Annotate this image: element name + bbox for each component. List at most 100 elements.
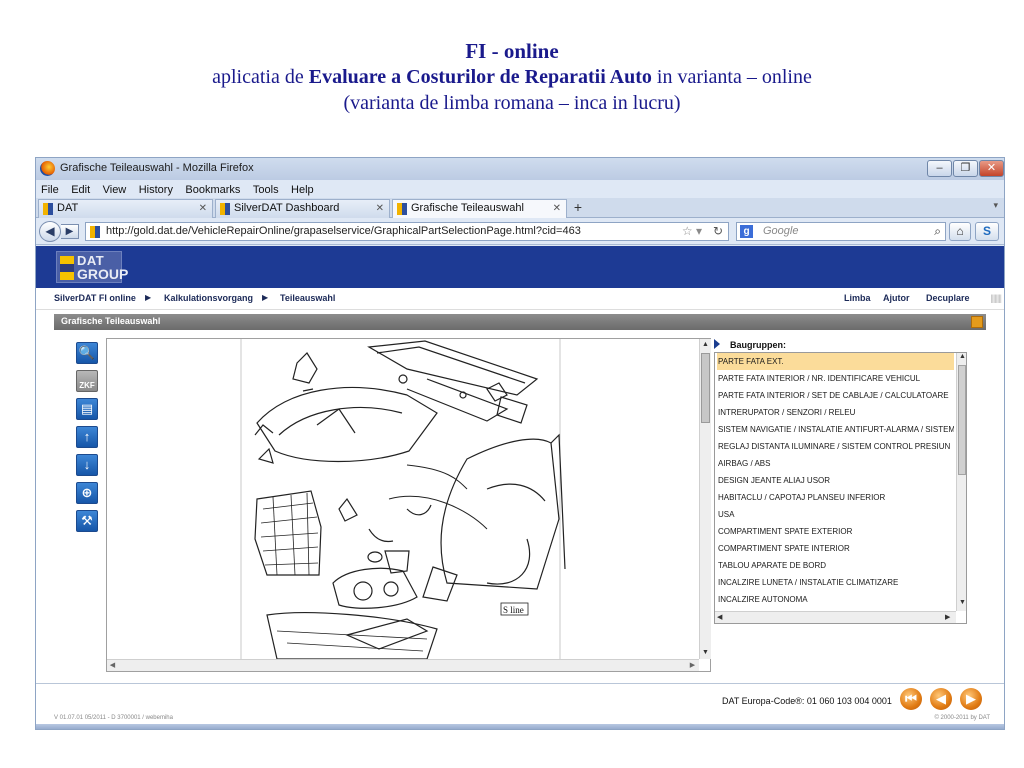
toolbox-icon[interactable]: ▤	[76, 398, 98, 420]
zkf-icon[interactable]: ZKF	[76, 370, 98, 392]
link-decuplare[interactable]: Decuplare	[926, 293, 970, 303]
star-icon[interactable]: ☆ ▾	[682, 224, 702, 238]
minimize-button[interactable]: –	[927, 160, 952, 177]
breadcrumb-teileauswahl[interactable]: Teileauswahl	[280, 293, 335, 303]
baugruppen-item[interactable]: TABLOU APARATE DE BORD	[717, 557, 954, 574]
baugruppen-item[interactable]: INCALZIRE LUNETA / INSTALATIE CLIMATIZAR…	[717, 574, 954, 591]
addon-icon[interactable]: S	[975, 222, 999, 241]
subtitle-bold: Evaluare a Costurilor de Reparatii Auto	[308, 66, 652, 88]
baugruppen-item[interactable]: PARTE FATA INTERIOR / NR. IDENTIFICARE V…	[717, 370, 954, 387]
home-icon[interactable]: ⌂	[949, 222, 971, 241]
tab-silverdat-dashboard[interactable]: SilverDAT Dashboard ✕	[215, 199, 390, 218]
list-horizontal-scrollbar[interactable]: ◀ ▶	[715, 611, 956, 623]
tab-grafische-teileauswahl[interactable]: Grafische Teileauswahl ✕	[392, 199, 567, 218]
next-page-icon[interactable]: ▶	[960, 688, 982, 710]
baugruppen-item[interactable]: PARTE FATA INTERIOR / SET DE CABLAJE / C…	[717, 387, 954, 404]
scroll-left-icon[interactable]: ◀	[107, 660, 118, 671]
baugruppen-item[interactable]: DESIGN JEANTE ALIAJ USOR	[717, 472, 954, 489]
dat-favicon	[90, 226, 100, 238]
scroll-thumb[interactable]	[958, 365, 966, 475]
menu-help[interactable]: Help	[291, 181, 314, 199]
magnifier-icon[interactable]: ⌕	[934, 224, 941, 239]
menu-history[interactable]: History	[139, 181, 173, 199]
baugruppen-item[interactable]: USA	[717, 506, 954, 523]
scroll-thumb[interactable]	[701, 353, 710, 423]
breadcrumb-separator-icon: ▶	[262, 293, 269, 302]
close-tab-icon[interactable]: ✕	[199, 200, 207, 217]
arrow-down-icon[interactable]: ↓	[76, 454, 98, 476]
window-titlebar: Grafische Teileauswahl - Mozilla Firefox…	[36, 158, 1004, 180]
url-bar[interactable]: http://gold.dat.de/VehicleRepairOnline/g…	[85, 222, 729, 241]
zoom-page-icon[interactable]: 🔍	[76, 342, 98, 364]
menu-edit[interactable]: Edit	[71, 181, 90, 199]
baugruppen-item[interactable]: HABITACLU / CAPOTAJ PLANSEU INFERIOR	[717, 489, 954, 506]
breadcrumb-silverdat[interactable]: SilverDAT FI online	[54, 293, 136, 303]
zkf-label: ZKF	[79, 381, 95, 390]
breadcrumb: SilverDAT FI online ▶ Kalkulationsvorgan…	[36, 288, 1004, 310]
baugruppen-item[interactable]: PARTE FATA EXT.	[717, 353, 954, 370]
new-tab-button[interactable]: +	[569, 200, 587, 217]
baugruppen-item[interactable]: INTRERUPATOR / SENZORI / RELEU	[717, 404, 954, 421]
section-title: Grafische Teileauswahl	[61, 316, 161, 326]
baugruppen-item[interactable]: SISTEM NAVIGATIE / INSTALATIE ANTIFURT-A…	[717, 421, 954, 438]
tab-bar: DAT ✕ SilverDAT Dashboard ✕ Grafische Te…	[36, 198, 1004, 218]
slide-note: (varianta de limba romana – inca in lucr…	[343, 92, 681, 114]
url-text[interactable]: http://gold.dat.de/VehicleRepairOnline/g…	[106, 225, 581, 237]
scroll-right-icon[interactable]: ▶	[945, 613, 950, 621]
menu-tools[interactable]: Tools	[253, 181, 279, 199]
baugruppen-label: Baugruppen:	[730, 340, 786, 350]
baugruppen-list[interactable]: COMPARTIMENT PASAGERI - / CAPOTAJ PARTE …	[714, 352, 967, 624]
graphic-horizontal-scrollbar[interactable]: ◀ ▶	[107, 659, 699, 671]
browser-window: Grafische Teileauswahl - Mozilla Firefox…	[35, 157, 1005, 730]
google-icon[interactable]: g	[740, 225, 753, 238]
tab-list-icon[interactable]: ▾	[993, 200, 998, 211]
reload-icon[interactable]: ↻	[713, 224, 723, 238]
save-icon[interactable]	[971, 316, 983, 328]
logo-line2: GROUP	[77, 266, 129, 282]
dat-favicon	[220, 203, 230, 215]
graphic-vertical-scrollbar[interactable]: ▲ ▼	[699, 339, 711, 659]
scroll-left-icon[interactable]: ◀	[717, 613, 722, 621]
baugruppen-item[interactable]: REGLAJ DISTANTA ILUMINARE / SISTEM CONTR…	[717, 438, 954, 455]
tab-label: SilverDAT Dashboard	[234, 202, 340, 214]
slide-title: FI - online	[465, 39, 559, 63]
back-forward-group: ▶ ◀	[39, 221, 83, 242]
scroll-up-icon[interactable]: ▲	[959, 353, 966, 360]
maximize-button[interactable]: ❐	[953, 160, 978, 177]
list-vertical-scrollbar[interactable]: ▲ ▼	[956, 353, 966, 611]
exploded-view-graphic[interactable]: S line ▲ ▼ ◀ ▶	[106, 338, 711, 672]
back-arrow-icon[interactable]: ◀	[39, 221, 61, 242]
forward-arrow-icon[interactable]: ▶	[61, 224, 79, 239]
scroll-right-icon[interactable]: ▶	[687, 660, 698, 671]
page-content: DAT GROUP SilverDAT FI online ▶ Kalkulat…	[36, 246, 1004, 729]
breadcrumb-separator-icon: ▶	[145, 293, 152, 302]
zoom-1to1-icon[interactable]: ⊕	[76, 482, 98, 504]
scroll-down-icon[interactable]: ▼	[700, 647, 711, 658]
previous-page-icon[interactable]: ◀	[930, 688, 952, 710]
menu-bar: File Edit View History Bookmarks Tools H…	[36, 180, 1004, 198]
dat-group-logo[interactable]: DAT GROUP	[56, 251, 128, 283]
breadcrumb-kalkulation[interactable]: Kalkulationsvorgang	[164, 293, 253, 303]
baugruppen-item[interactable]: COMPARTIMENT SPATE EXTERIOR	[717, 523, 954, 540]
link-limba[interactable]: Limba	[844, 293, 871, 303]
menu-bookmarks[interactable]: Bookmarks	[185, 181, 240, 199]
scroll-down-icon[interactable]: ▼	[959, 599, 966, 606]
copyright: © 2000-2011 by DAT	[934, 715, 990, 721]
baugruppen-item[interactable]: AIRBAG / ABS	[717, 455, 954, 472]
menu-file[interactable]: File	[41, 181, 59, 199]
close-tab-icon[interactable]: ✕	[376, 200, 384, 217]
menu-view[interactable]: View	[103, 181, 127, 199]
arrow-up-icon[interactable]: ↑	[76, 426, 98, 448]
dat-favicon	[397, 203, 407, 215]
close-tab-icon[interactable]: ✕	[553, 200, 561, 217]
subtitle-suffix: in varianta – online	[651, 66, 812, 88]
hammer-icon[interactable]: ⚒	[76, 510, 98, 532]
first-page-icon[interactable]: ⏮	[900, 688, 922, 710]
search-input[interactable]: g Google ⌕	[736, 222, 946, 241]
baugruppen-item[interactable]: COMPARTIMENT SPATE INTERIOR	[717, 540, 954, 557]
link-ajutor[interactable]: Ajutor	[883, 293, 910, 303]
close-button[interactable]: ✕	[979, 160, 1004, 177]
baugruppen-item[interactable]: INCALZIRE AUTONOMA	[717, 591, 954, 608]
scroll-up-icon[interactable]: ▲	[700, 339, 711, 350]
tab-dat[interactable]: DAT ✕	[38, 199, 213, 218]
